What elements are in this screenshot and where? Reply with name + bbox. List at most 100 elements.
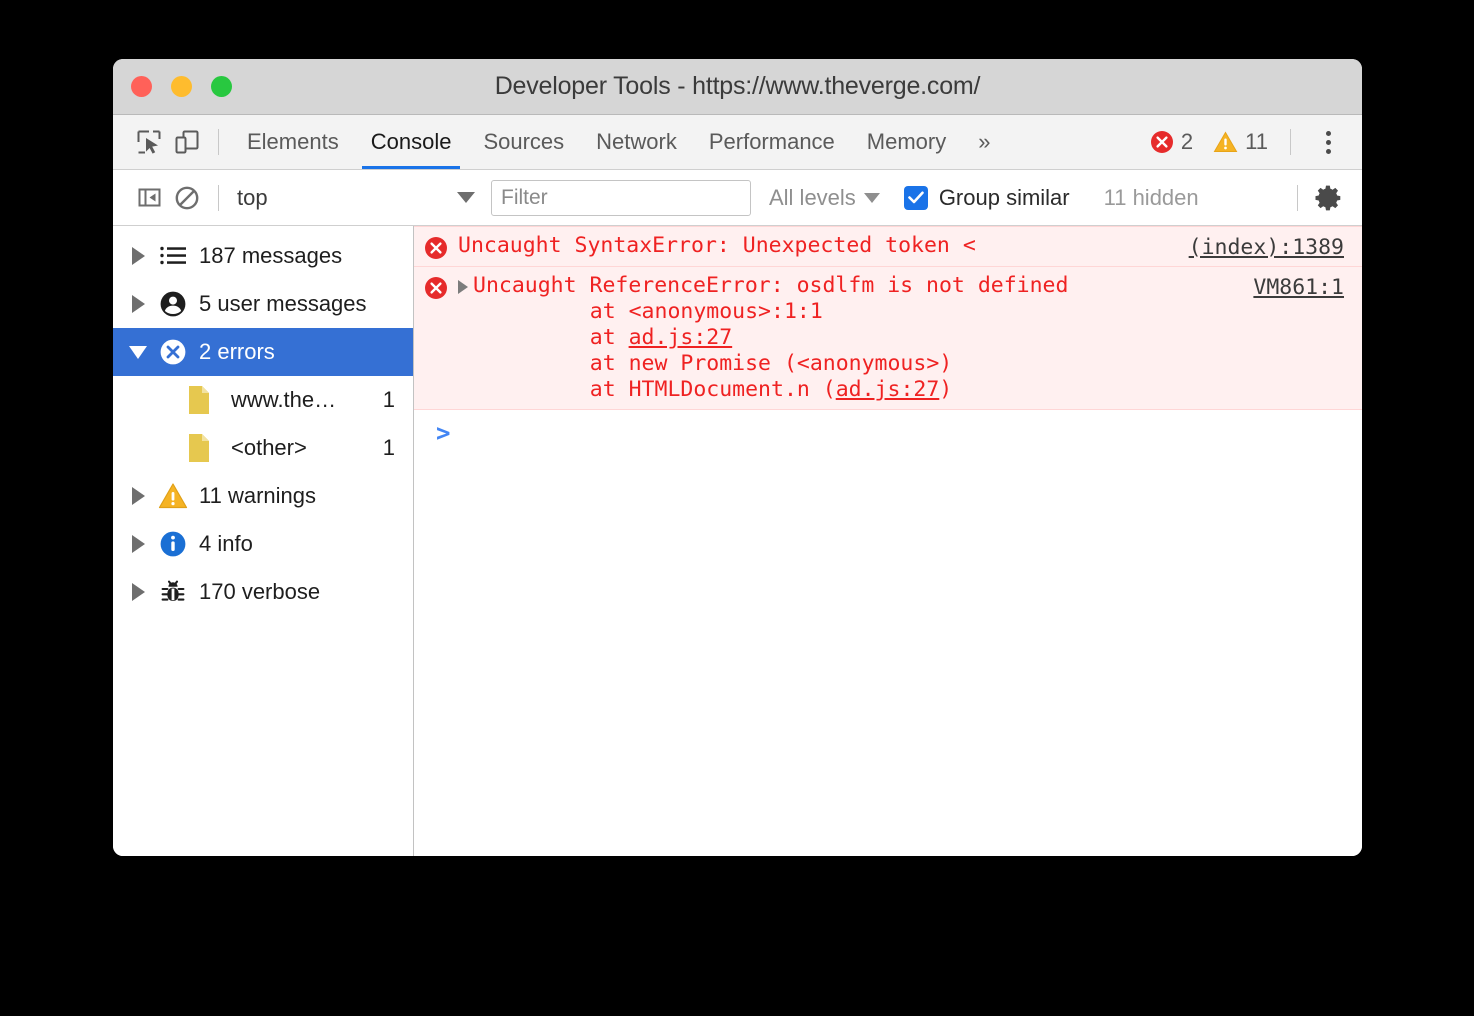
stack-prefix: at — [538, 299, 629, 324]
sidebar-item-label: 5 user messages — [199, 291, 367, 317]
settings-area — [1285, 170, 1348, 225]
console-message-header: Uncaught ReferenceError: osdlfm is not d… — [458, 273, 1350, 299]
error-icon — [1150, 130, 1174, 154]
sidebar-item-warnings[interactable]: 11 warnings — [113, 472, 413, 520]
sidebar-item-label: 170 verbose — [199, 579, 320, 605]
stack-suffix: ) — [939, 377, 952, 402]
file-icon — [179, 385, 219, 415]
stack-text: <anonymous>:1:1 — [629, 299, 823, 324]
stack-text: new Promise (<anonymous>) — [629, 351, 953, 376]
tab-label: Memory — [867, 129, 946, 155]
sidebar-item-verbose[interactable]: 170 verbose — [113, 568, 413, 616]
tab-performance[interactable]: Performance — [693, 115, 851, 169]
error-icon — [414, 273, 458, 300]
expand-stack-trace-icon[interactable] — [458, 280, 468, 294]
console-message-body: Uncaught ReferenceError: osdlfm is not d… — [458, 273, 1362, 403]
kebab-menu-icon[interactable] — [1311, 125, 1345, 159]
counter-divider — [1290, 129, 1291, 155]
twisty-collapsed[interactable] — [123, 487, 153, 505]
sidebar-item-label: 2 errors — [199, 339, 275, 365]
tab-elements[interactable]: Elements — [231, 115, 355, 169]
kebab-dot — [1326, 149, 1331, 154]
twisty-expanded[interactable] — [123, 346, 153, 359]
stack-frame: at HTMLDocument.n (ad.js:27) — [538, 377, 1350, 403]
kebab-dot — [1326, 131, 1331, 136]
sidebar-item-user-messages[interactable]: 5 user messages — [113, 280, 413, 328]
user-icon — [153, 290, 193, 318]
show-console-sidebar-icon[interactable] — [130, 179, 168, 217]
stack-prefix: at — [538, 351, 629, 376]
error-icon — [414, 233, 458, 260]
warning-icon — [1213, 130, 1238, 154]
stack-frame: at new Promise (<anonymous>) — [538, 351, 1350, 377]
kebab-dot — [1326, 140, 1331, 145]
stack-frame: at <anonymous>:1:1 — [538, 299, 1350, 325]
chevron-down-icon — [864, 193, 880, 203]
stack-source-link[interactable]: ad.js:27 — [629, 325, 733, 350]
warning-icon — [153, 482, 193, 510]
bug-icon — [153, 578, 193, 606]
group-similar-checkbox[interactable] — [904, 186, 928, 210]
twisty-collapsed[interactable] — [123, 247, 153, 265]
twisty-collapsed[interactable] — [123, 295, 153, 313]
tab-list: Elements Console Sources Network Perform… — [231, 115, 1007, 169]
sidebar-error-source-count: 1 — [383, 387, 395, 413]
sidebar-item-info[interactable]: 4 info — [113, 520, 413, 568]
stack-prefix: at — [538, 325, 629, 350]
tab-sources[interactable]: Sources — [467, 115, 580, 169]
console-message-source-link[interactable]: VM861:1 — [1253, 275, 1344, 301]
console-sidebar: 187 messages 5 user messages — [113, 226, 414, 856]
clear-console-icon[interactable] — [168, 179, 206, 217]
warning-counter[interactable]: 11 — [1203, 129, 1278, 155]
console-prompt-input[interactable] — [450, 420, 1362, 446]
sidebar-error-source[interactable]: <other> 1 — [113, 424, 413, 472]
gear-icon[interactable] — [1310, 179, 1348, 217]
close-button[interactable] — [131, 76, 152, 97]
execution-context-selector[interactable]: top — [231, 179, 483, 217]
sidebar-item-label: 11 warnings — [199, 483, 316, 509]
error-counter[interactable]: 2 — [1140, 129, 1203, 155]
stack-prefix: at — [538, 377, 629, 402]
console-prompt[interactable]: > — [414, 410, 1362, 446]
twisty-collapsed[interactable] — [123, 535, 153, 553]
title-bar: Developer Tools - https://www.theverge.c… — [113, 59, 1362, 115]
group-similar-toggle[interactable]: Group similar — [904, 185, 1070, 211]
list-icon — [153, 244, 193, 268]
minimize-button[interactable] — [171, 76, 192, 97]
console-message-text: Uncaught ReferenceError: osdlfm is not d… — [473, 273, 1068, 299]
tab-console[interactable]: Console — [355, 115, 468, 169]
console-message-error[interactable]: Uncaught SyntaxError: Unexpected token <… — [414, 226, 1362, 267]
sidebar-item-messages[interactable]: 187 messages — [113, 232, 413, 280]
group-similar-label: Group similar — [939, 185, 1070, 211]
tab-memory[interactable]: Memory — [851, 115, 962, 169]
error-count: 2 — [1181, 129, 1193, 155]
maximize-button[interactable] — [211, 76, 232, 97]
tab-network[interactable]: Network — [580, 115, 693, 169]
sidebar-item-errors[interactable]: 2 errors — [113, 328, 413, 376]
file-icon — [179, 433, 219, 463]
stack-source-link[interactable]: ad.js:27 — [836, 377, 940, 402]
tab-label: Console — [371, 129, 452, 155]
warning-count: 11 — [1245, 129, 1268, 155]
log-levels-selector[interactable]: All levels — [769, 185, 880, 211]
sidebar-item-label: 4 info — [199, 531, 253, 557]
console-message-error[interactable]: Uncaught ReferenceError: osdlfm is not d… — [414, 267, 1362, 410]
stack-frame: at ad.js:27 — [538, 325, 1350, 351]
error-icon — [153, 338, 193, 366]
sidebar-error-source[interactable]: www.the… 1 — [113, 376, 413, 424]
tab-label: Elements — [247, 129, 339, 155]
log-levels-label: All levels — [769, 185, 856, 211]
twisty-collapsed[interactable] — [123, 583, 153, 601]
device-toolbar-icon[interactable] — [168, 123, 206, 161]
inspect-element-icon[interactable] — [130, 123, 168, 161]
toolbar-divider — [218, 129, 219, 155]
filter-input[interactable] — [491, 180, 751, 216]
stack-trace: at <anonymous>:1:1 at ad.js:27 at new Pr… — [458, 299, 1350, 403]
console-message-list: Uncaught SyntaxError: Unexpected token <… — [414, 226, 1362, 856]
settings-divider — [1297, 185, 1298, 211]
filterbar-divider — [218, 185, 219, 211]
chevron-down-icon — [457, 192, 475, 203]
more-tabs-button[interactable]: » — [962, 115, 1006, 169]
issue-counters: 2 11 — [1140, 115, 1345, 169]
console-message-source-link[interactable]: (index):1389 — [1189, 235, 1344, 261]
